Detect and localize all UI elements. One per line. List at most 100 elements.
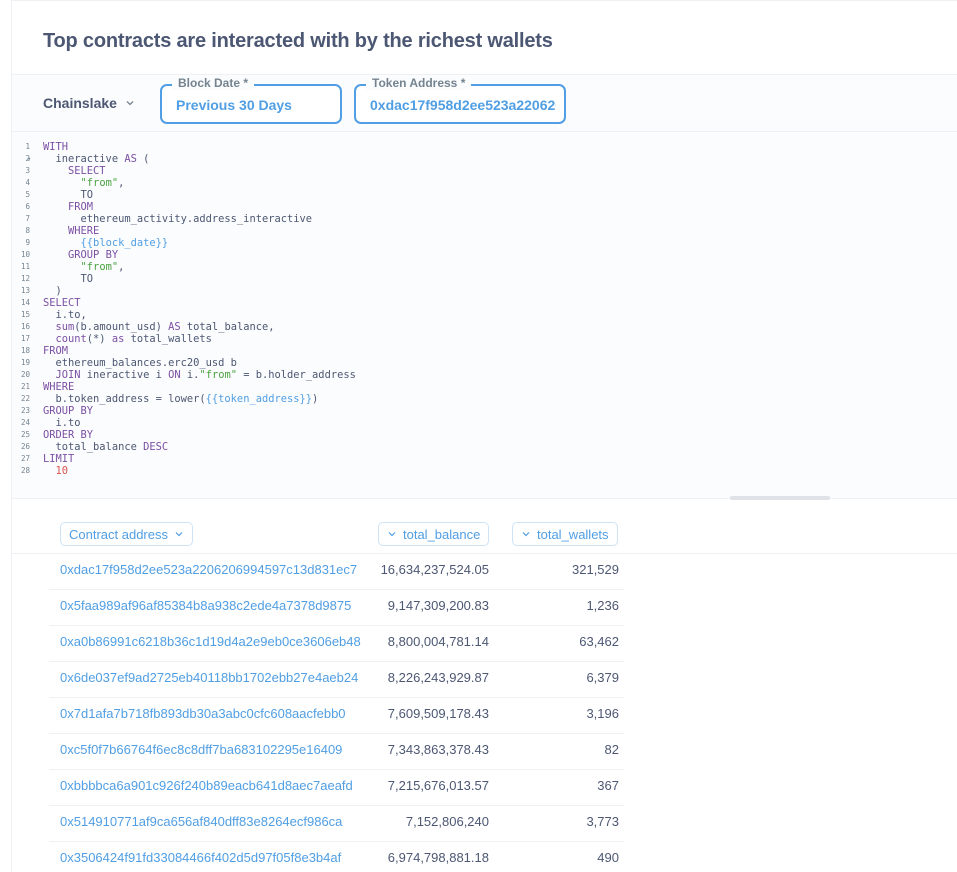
contract-address-link[interactable]: 0x3506424f91fd33084466f402d5d97f05f8e3b4… — [60, 850, 341, 865]
table-row: 0xdac17f958d2ee523a2206206994597c13d831e… — [49, 553, 624, 590]
code-text: "from", — [80, 177, 125, 189]
code-line[interactable]: 28 10 — [12, 465, 952, 477]
contract-address-link[interactable]: 0x5faa989af96af85384b8a938c2ede4a7378d98… — [60, 598, 351, 613]
code-line[interactable]: 13 ) — [12, 285, 952, 297]
code-text: GROUP BY — [68, 249, 119, 261]
code-text: ethereum_balances.erc20_usd b — [43, 357, 237, 369]
code-line[interactable]: 25 ORDER BY — [12, 429, 952, 441]
code-line[interactable]: 2 ▾ ineractive AS ( — [12, 153, 952, 165]
total-balance-cell: 7,609,509,178.43 — [387, 706, 489, 721]
code-text: LIMIT — [43, 453, 75, 465]
token-address-value: 0xdac17f958d2ee523a2206206994597c13d831e… — [370, 97, 556, 113]
code-text: WITH — [43, 141, 69, 153]
code-line[interactable]: 7 ethereum_activity.address_interactive — [12, 213, 952, 225]
column-header-total-balance[interactable]: total_balance — [378, 522, 490, 546]
code-line[interactable]: 26 total_balance DESC — [12, 441, 952, 453]
line-number: 16 — [20, 322, 30, 331]
code-line[interactable]: 22 b.token_address = lower({{token_addre… — [12, 393, 952, 405]
column-label: total_wallets — [537, 526, 609, 542]
table-row: 0x514910771af9ca656af840dff83e8264ecf986… — [49, 805, 624, 842]
contract-address-link[interactable]: 0xbbbbca6a901c926f240b89eacb641d8aec7aea… — [60, 778, 353, 793]
code-line[interactable]: 18 FROM — [12, 345, 952, 357]
chevron-down-icon — [521, 529, 531, 539]
code-line[interactable]: 16 sum(b.amount_usd) AS total_balance, — [12, 321, 952, 333]
code-line[interactable]: 4 "from", — [12, 177, 952, 189]
table-row: 0xc5f0f7b66764f6ec8c8dff7ba683102295e164… — [49, 733, 624, 770]
code-text: "from", — [80, 261, 125, 273]
contract-address-link[interactable]: 0x514910771af9ca656af840dff83e8264ecf986… — [60, 814, 342, 829]
code-line[interactable]: 19 ethereum_balances.erc20_usd b — [12, 357, 952, 369]
line-number: 10 — [20, 250, 30, 259]
code-line[interactable]: 11 "from", — [12, 261, 952, 273]
contract-address-link[interactable]: 0x7d1afa7b718fb893db30a3abc0cfc608aacfeb… — [60, 706, 346, 721]
page-title: Top contracts are interacted with by the… — [43, 30, 553, 52]
code-line[interactable]: 21 WHERE — [12, 381, 952, 393]
code-line[interactable]: 9 {{block_date}} — [12, 237, 952, 249]
code-line[interactable]: 17 count(*) as total_wallets — [12, 333, 952, 345]
column-header-total-wallets[interactable]: total_wallets — [512, 522, 618, 546]
code-text: WHERE — [68, 225, 100, 237]
chevron-down-icon — [125, 98, 135, 108]
sql-editor[interactable]: 1 WITH 2 ▾ ineractive AS (3 SELECT 4 "from",… — [12, 132, 957, 500]
block-date-label: Block Date * — [172, 76, 255, 90]
code-line[interactable]: 27 LIMIT — [12, 453, 952, 465]
code-text: TO — [43, 273, 94, 285]
table-row: 0x7d1afa7b718fb893db30a3abc0cfc608aacfeb… — [49, 697, 624, 734]
total-balance-cell: 8,226,243,929.87 — [387, 670, 489, 685]
code-line[interactable]: 15 i.to, — [12, 309, 952, 321]
contract-address-link[interactable]: 0x6de037ef9ad2725eb40118bb1702ebb27e4aeb… — [60, 670, 358, 685]
query-toolbar: Chainslake Block Date * Previous 30 Days… — [12, 74, 957, 132]
line-number: 27 — [20, 454, 30, 463]
block-date-value: Previous 30 Days — [176, 97, 292, 113]
total-balance-cell: 16,634,237,524.05 — [380, 562, 489, 577]
code-text: ethereum_activity.address_interactive — [43, 213, 312, 225]
table-row: 0xbbbbca6a901c926f240b89eacb641d8aec7aea… — [49, 769, 624, 806]
block-date-filter[interactable]: Block Date * Previous 30 Days — [160, 76, 342, 124]
database-name: Chainslake — [43, 95, 117, 111]
contract-address-link[interactable]: 0xc5f0f7b66764f6ec8c8dff7ba683102295e164… — [60, 742, 342, 757]
code-text: 10 — [55, 465, 69, 477]
code-text: {{block_date}} — [80, 237, 169, 249]
total-balance-cell: 9,147,309,200.83 — [387, 598, 489, 613]
database-picker[interactable]: Chainslake — [43, 95, 135, 111]
line-number: 8 — [25, 226, 30, 235]
code-text: i.to — [43, 417, 81, 429]
code-text: FROM — [68, 201, 94, 213]
code-line[interactable]: 24 i.to — [12, 417, 952, 429]
code-line[interactable]: 1 WITH — [12, 141, 952, 153]
code-text: WHERE — [43, 381, 75, 393]
total-wallets-cell: 367 — [597, 778, 619, 793]
code-line[interactable]: 12 TO — [12, 273, 952, 285]
line-number: 1 — [25, 142, 30, 151]
total-balance-cell: 7,343,863,378.43 — [387, 742, 489, 757]
code-text: ORDER BY — [43, 429, 94, 441]
code-line[interactable]: 10 GROUP BY — [12, 249, 952, 261]
code-text: SELECT — [68, 165, 106, 177]
results-table: Contract address total_balance total_wal… — [12, 499, 957, 872]
code-line[interactable]: 3 SELECT — [12, 165, 952, 177]
fold-arrow-icon[interactable]: ▾ — [27, 153, 31, 165]
table-row: 0x5faa989af96af85384b8a938c2ede4a7378d98… — [49, 589, 624, 626]
code-line[interactable]: 8 WHERE — [12, 225, 952, 237]
total-wallets-cell: 490 — [597, 850, 619, 865]
total-wallets-cell: 82 — [604, 742, 619, 757]
line-number: 28 — [20, 466, 30, 475]
code-line[interactable]: 14 SELECT — [12, 297, 952, 309]
code-text: ) — [43, 285, 62, 297]
code-line[interactable]: 23 GROUP BY — [12, 405, 952, 417]
line-number: 14 — [20, 298, 30, 307]
code-line[interactable]: 20 JOIN ineractive i ON i."from" = b.hol… — [12, 369, 952, 381]
total-wallets-cell: 1,236 — [586, 598, 619, 613]
chevron-down-icon — [174, 529, 184, 539]
chevron-down-icon — [387, 529, 397, 539]
total-wallets-cell: 3,196 — [586, 706, 619, 721]
code-line[interactable]: 6 FROM — [12, 201, 952, 213]
contract-address-link[interactable]: 0xa0b86991c6218b36c1d19d4a2e9eb0ce3606eb… — [60, 634, 361, 649]
code-text: i.to, — [43, 309, 87, 321]
column-header-contract-address[interactable]: Contract address — [60, 522, 193, 546]
line-number: 21 — [20, 382, 30, 391]
code-line[interactable]: 5 TO — [12, 189, 952, 201]
token-address-filter[interactable]: Token Address * 0xdac17f958d2ee523a22062… — [354, 76, 566, 124]
line-number: 26 — [20, 442, 30, 451]
contract-address-link[interactable]: 0xdac17f958d2ee523a2206206994597c13d831e… — [60, 562, 357, 577]
